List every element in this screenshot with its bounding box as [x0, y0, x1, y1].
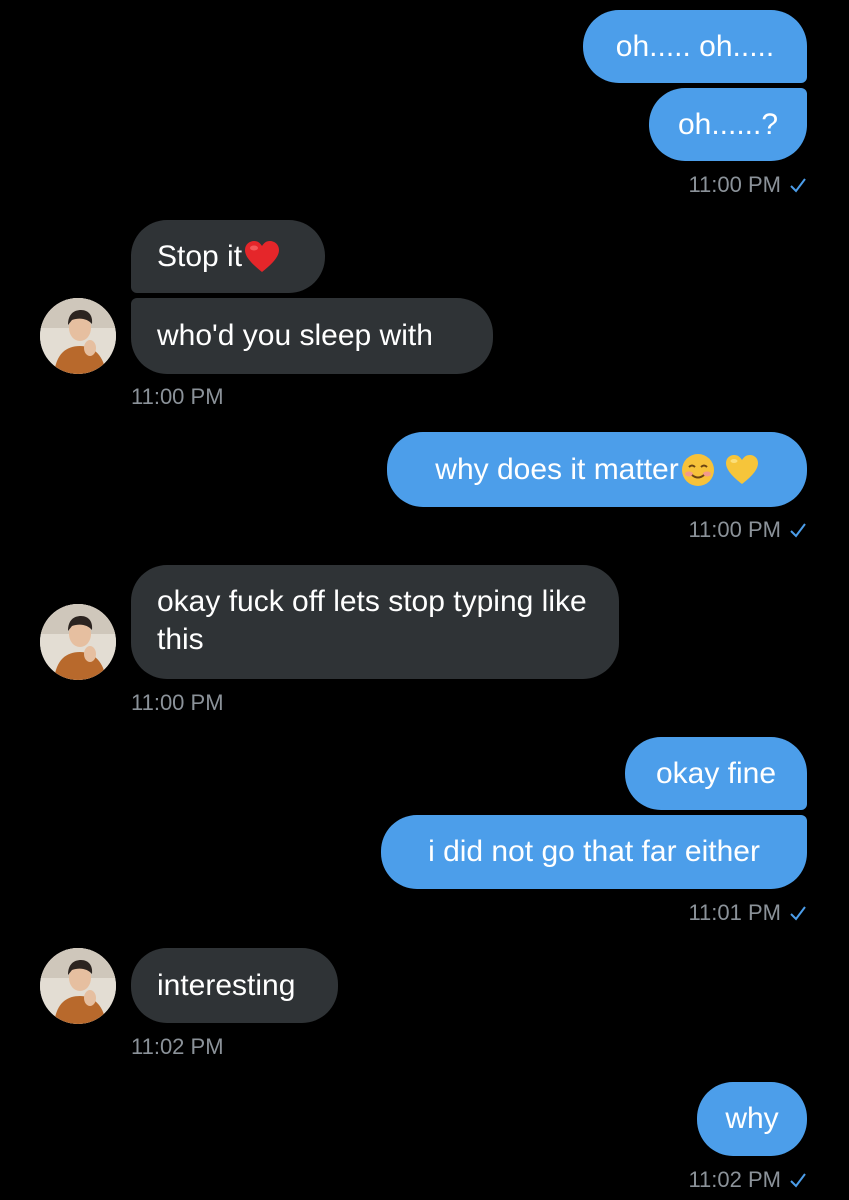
message-thread: oh..... oh..... oh......? 11:00 PM Stop … [0, 0, 849, 1200]
message-text: why [725, 1102, 779, 1135]
incoming-message[interactable]: interesting [131, 948, 338, 1023]
outgoing-message[interactable]: oh..... oh..... [583, 10, 807, 83]
avatar-image [40, 298, 116, 374]
incoming-message[interactable]: Stop it [131, 220, 325, 293]
timestamp-text: 11:00 PM [131, 384, 224, 409]
incoming-message[interactable]: who'd you sleep with [131, 298, 493, 374]
message-timestamp: 11:01 PM [688, 900, 807, 926]
contact-avatar[interactable] [40, 298, 116, 374]
yellow-heart-emoji [725, 454, 758, 484]
message-timestamp: 11:00 PM [131, 384, 224, 410]
message-timestamp: 11:00 PM [131, 690, 224, 716]
incoming-message[interactable]: okay fuck off lets stop typing like this [131, 565, 619, 679]
outgoing-message[interactable]: why does it matter [387, 432, 807, 507]
smiling-face-emoji [681, 453, 714, 486]
avatar-image [40, 604, 116, 680]
outgoing-message[interactable]: i did not go that far either [381, 815, 807, 889]
timestamp-text: 11:00 PM [688, 517, 781, 542]
timestamp-text: 11:02 PM [131, 1034, 224, 1059]
outgoing-message[interactable]: oh......? [649, 88, 807, 161]
contact-avatar[interactable] [40, 948, 116, 1024]
message-text: interesting [157, 968, 296, 1002]
checkmark-icon [790, 906, 806, 921]
checkmark-icon [790, 178, 806, 193]
message-text: Stop it [157, 239, 243, 273]
message-text: oh......? [677, 107, 779, 141]
contact-avatar[interactable] [40, 604, 116, 680]
message-text: who'd you sleep with [157, 319, 433, 352]
message-timestamp: 11:00 PM [688, 517, 807, 543]
timestamp-text: 11:00 PM [131, 690, 224, 715]
checkmark-icon [790, 1173, 806, 1188]
message-text: i did not go that far either [428, 835, 760, 868]
checkmark-icon [790, 523, 806, 538]
timestamp-text: 11:01 PM [688, 900, 781, 925]
message-text: okay fine [655, 756, 777, 790]
avatar-image [40, 948, 116, 1024]
message-text: okay fuck off lets stop typing like this [157, 585, 587, 656]
message-text: oh..... oh..... [615, 29, 775, 63]
message-timestamp: 11:00 PM [688, 172, 807, 198]
timestamp-text: 11:00 PM [688, 172, 781, 197]
timestamp-text: 11:02 PM [688, 1167, 781, 1192]
red-heart-emoji [245, 240, 280, 272]
message-text: why does it matter [435, 452, 679, 486]
message-timestamp: 11:02 PM [131, 1034, 224, 1060]
outgoing-message[interactable]: okay fine [625, 737, 807, 810]
message-timestamp: 11:02 PM [688, 1167, 807, 1193]
outgoing-message[interactable]: why [697, 1082, 807, 1156]
